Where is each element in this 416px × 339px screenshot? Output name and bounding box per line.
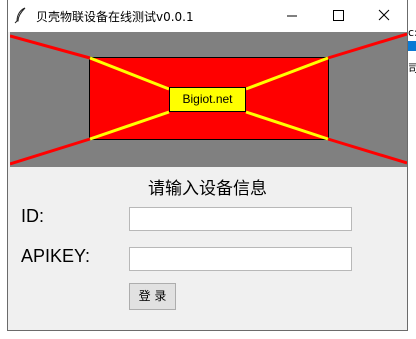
- feather-icon: [12, 6, 30, 24]
- background-text-bottom: 司: [408, 62, 416, 75]
- apikey-field[interactable]: [129, 247, 352, 271]
- maximize-button[interactable]: [315, 0, 361, 32]
- id-label: ID:: [21, 206, 45, 226]
- background-selection-highlight: [408, 41, 416, 51]
- outer-line-top-left: [10, 34, 91, 60]
- bigiot-label: Bigiot.net: [169, 87, 246, 112]
- banner-canvas: Bigiot.net: [10, 32, 407, 167]
- background-window-edge: c: 司: [408, 0, 416, 339]
- close-icon: [378, 9, 390, 21]
- outer-line-bottom-left: [10, 137, 91, 166]
- minimize-icon: [287, 15, 297, 17]
- close-button[interactable]: [361, 0, 407, 32]
- app-window: 贝壳物联设备在线测试v0.0.1 Bigiot.net 请输入设备信息 ID: …: [7, 0, 408, 331]
- background-text-top: c:: [408, 26, 416, 39]
- id-field[interactable]: [129, 207, 352, 231]
- outer-line-bottom-right: [327, 137, 407, 165]
- outer-line-top-right: [327, 32, 407, 60]
- window-title: 贝壳物联设备在线测试v0.0.1: [36, 10, 194, 24]
- maximize-icon: [333, 10, 344, 21]
- title-bar[interactable]: 贝壳物联设备在线测试v0.0.1: [8, 0, 407, 32]
- form-prompt: 请输入设备信息: [148, 179, 267, 199]
- minimize-button[interactable]: [269, 0, 315, 32]
- apikey-label: APIKEY:: [21, 246, 91, 266]
- login-button[interactable]: 登 录: [129, 283, 176, 310]
